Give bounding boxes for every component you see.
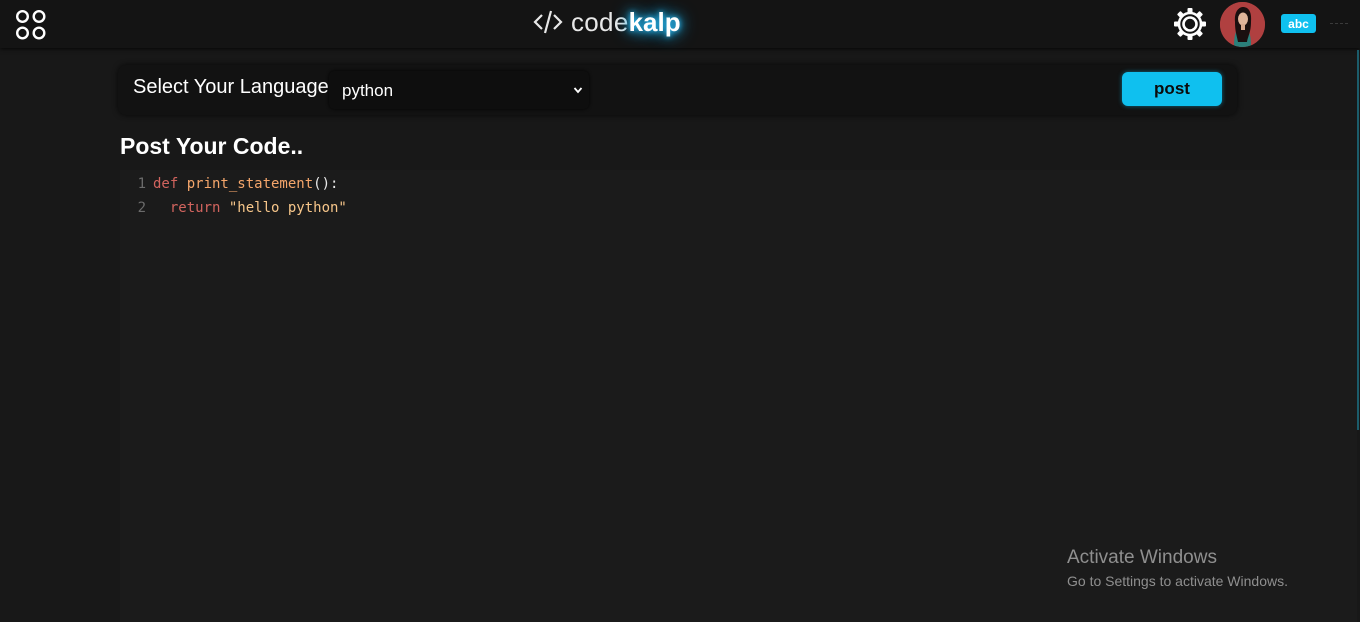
code-brackets-icon (533, 10, 563, 34)
line-number: 1 (137, 176, 146, 192)
language-select[interactable]: python (329, 71, 589, 109)
logo-text-prefix: code (571, 6, 629, 37)
apps-icon[interactable] (14, 8, 48, 42)
codekalp-logo[interactable]: code kalp (533, 4, 681, 40)
windows-activation-watermark: Activate Windows Go to Settings to activ… (1067, 547, 1288, 589)
logo-text-suffix: kalp (628, 6, 681, 37)
avatar-portrait-image (1220, 2, 1265, 47)
language-select-value: python (342, 81, 394, 100)
watermark-title: Activate Windows (1067, 547, 1217, 568)
language-label: Select Your Language (133, 76, 329, 98)
post-button[interactable]: post (1122, 72, 1222, 106)
watermark-subtitle: Go to Settings to activate Windows. (1067, 573, 1288, 589)
code-keyword: def (153, 176, 187, 192)
code-string: "hello python" (228, 200, 347, 216)
top-navbar: code kalp abc (0, 0, 1360, 48)
line-number: 2 (137, 200, 146, 216)
page-title: Post Your Code.. (120, 133, 304, 159)
code-line: 1 def print_statement (): (120, 172, 339, 196)
avatar[interactable] (1220, 2, 1265, 47)
code-function-name: print_statement (186, 176, 314, 192)
username-badge[interactable]: abc (1281, 14, 1316, 33)
chevron-down-icon (573, 87, 583, 94)
code-punctuation: (): (313, 176, 339, 192)
post-toolbar: Select Your Language python post (118, 65, 1237, 115)
divider (1330, 23, 1348, 24)
code-keyword: return (153, 200, 229, 216)
code-line: 2 return "hello python" (120, 196, 347, 220)
gear-icon[interactable] (1173, 7, 1207, 41)
scrollbar[interactable] (1357, 50, 1359, 430)
